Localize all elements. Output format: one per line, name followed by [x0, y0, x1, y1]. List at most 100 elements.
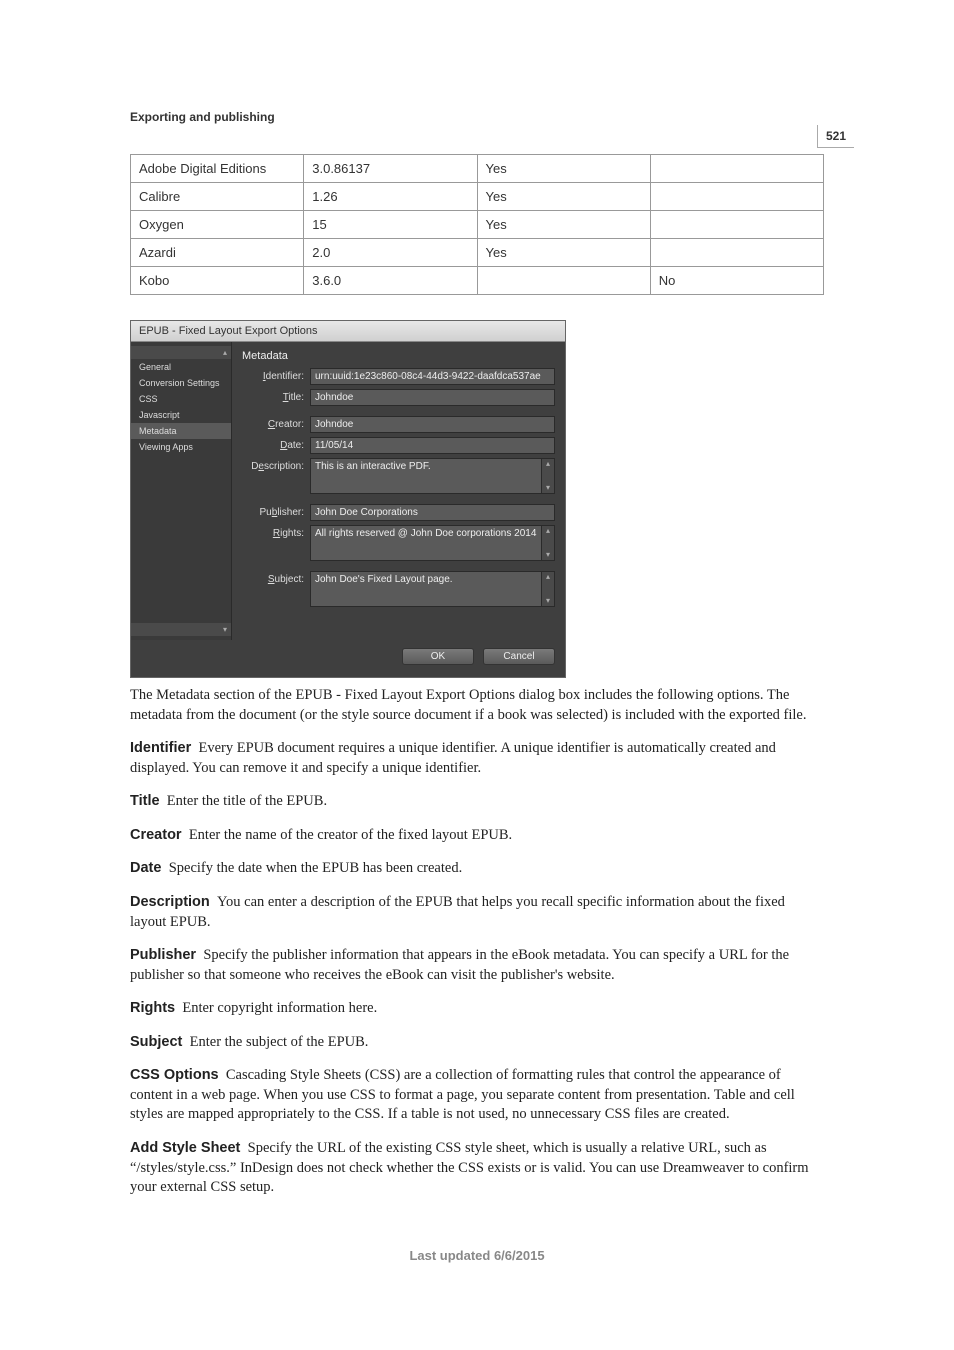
cell-app: Adobe Digital Editions [131, 155, 304, 183]
dialog-section-header: Metadata [242, 350, 555, 362]
description-scrollbar[interactable]: ▴▾ [542, 458, 555, 494]
css-term: CSS Options [130, 1067, 219, 1083]
subject-text: Enter the subject of the EPUB. [190, 1034, 369, 1050]
cell-app: Kobo [131, 267, 304, 295]
publisher-field[interactable]: John Doe Corporations [310, 504, 555, 521]
title-term: Title [130, 793, 160, 809]
identifier-text: Every EPUB document requires a unique id… [130, 740, 776, 776]
export-options-dialog: EPUB - Fixed Layout Export Options ▴ Gen… [130, 320, 566, 678]
arrow-down-icon[interactable]: ▾ [546, 596, 550, 606]
creator-text: Enter the name of the creator of the fix… [189, 827, 512, 843]
creator-label: Creator: [242, 416, 310, 430]
description-paragraph: Description You can enter a description … [130, 893, 824, 932]
cell-note [650, 239, 823, 267]
addss-paragraph: Add Style Sheet Specify the URL of the e… [130, 1139, 824, 1198]
description-field[interactable]: This is an interactive PDF. [310, 458, 542, 494]
title-label: Title: [242, 389, 310, 403]
sidebar-item-metadata[interactable]: Metadata [131, 423, 231, 439]
cell-version: 3.0.86137 [304, 155, 477, 183]
cell-note [650, 183, 823, 211]
cell-note: No [650, 267, 823, 295]
publisher-label: Publisher: [242, 504, 310, 518]
rights-scrollbar[interactable]: ▴▾ [542, 525, 555, 561]
cell-version: 15 [304, 211, 477, 239]
cell-version: 2.0 [304, 239, 477, 267]
cell-version: 1.26 [304, 183, 477, 211]
date-term: Date [130, 860, 161, 876]
publisher-text: Specify the publisher information that a… [130, 947, 789, 983]
arrow-up-icon[interactable]: ▴ [546, 459, 550, 469]
intro-paragraph: The Metadata section of the EPUB - Fixed… [130, 686, 824, 725]
sidebar-item-javascript[interactable]: Javascript [131, 407, 231, 423]
cell-support: Yes [477, 183, 650, 211]
cell-version: 3.6.0 [304, 267, 477, 295]
table-row: Adobe Digital Editions 3.0.86137 Yes [131, 155, 824, 183]
css-text: Cascading Style Sheets (CSS) are a colle… [130, 1067, 795, 1122]
cell-support: Yes [477, 211, 650, 239]
identifier-paragraph: Identifier Every EPUB document requires … [130, 739, 824, 778]
table-row: Calibre 1.26 Yes [131, 183, 824, 211]
dialog-main-panel: Metadata Identifier: urn:uuid:1e23c860-0… [232, 342, 565, 640]
arrow-down-icon[interactable]: ▾ [546, 483, 550, 493]
title-field[interactable]: Johndoe [310, 389, 555, 406]
date-paragraph: Date Specify the date when the EPUB has … [130, 859, 824, 879]
dialog-sidebar: ▴ General Conversion Settings CSS Javasc… [131, 342, 232, 640]
identifier-label: Identifier: [242, 368, 310, 382]
creator-field[interactable]: Johndoe [310, 416, 555, 433]
section-title: Exporting and publishing [130, 110, 824, 124]
rights-field[interactable]: All rights reserved @ John Doe corporati… [310, 525, 542, 561]
subject-label: Subject: [242, 571, 310, 585]
description-text: You can enter a description of the EPUB … [130, 894, 785, 930]
cell-app: Oxygen [131, 211, 304, 239]
cancel-button[interactable]: Cancel [483, 648, 555, 665]
cell-support [477, 267, 650, 295]
identifier-field[interactable]: urn:uuid:1e23c860-08c4-44d3-9422-daafdca… [310, 368, 555, 385]
arrow-down-icon[interactable]: ▾ [546, 550, 550, 560]
css-paragraph: CSS Options Cascading Style Sheets (CSS)… [130, 1066, 824, 1125]
subject-paragraph: Subject Enter the subject of the EPUB. [130, 1033, 824, 1053]
arrow-up-icon[interactable]: ▴ [546, 572, 550, 582]
description-label: Description: [242, 458, 310, 472]
creator-term: Creator [130, 827, 182, 843]
scroll-down-icon[interactable]: ▾ [131, 623, 231, 636]
creator-paragraph: Creator Enter the name of the creator of… [130, 826, 824, 846]
compatibility-table: Adobe Digital Editions 3.0.86137 Yes Cal… [130, 154, 824, 295]
addss-term: Add Style Sheet [130, 1140, 240, 1156]
ok-button[interactable]: OK [402, 648, 474, 665]
footer-updated: Last updated 6/6/2015 [130, 1248, 824, 1263]
cell-app: Azardi [131, 239, 304, 267]
date-text: Specify the date when the EPUB has been … [169, 860, 463, 876]
rights-text: Enter copyright information here. [182, 1000, 377, 1016]
table-row: Kobo 3.6.0 No [131, 267, 824, 295]
page-number: 521 [817, 125, 854, 148]
cell-support: Yes [477, 239, 650, 267]
cell-app: Calibre [131, 183, 304, 211]
sidebar-item-general[interactable]: General [131, 359, 231, 375]
publisher-term: Publisher [130, 947, 196, 963]
title-paragraph: Title Enter the title of the EPUB. [130, 792, 824, 812]
dialog-footer: OK Cancel [131, 640, 565, 677]
sidebar-item-conversion[interactable]: Conversion Settings [131, 375, 231, 391]
cell-note [650, 211, 823, 239]
date-field[interactable]: 11/05/14 [310, 437, 555, 454]
identifier-term: Identifier [130, 740, 191, 756]
publisher-paragraph: Publisher Specify the publisher informat… [130, 946, 824, 985]
title-text: Enter the title of the EPUB. [167, 793, 327, 809]
rights-term: Rights [130, 1000, 175, 1016]
date-label: Date: [242, 437, 310, 451]
cell-support: Yes [477, 155, 650, 183]
rights-paragraph: Rights Enter copyright information here. [130, 999, 824, 1019]
arrow-up-icon[interactable]: ▴ [546, 526, 550, 536]
sidebar-item-viewing[interactable]: Viewing Apps [131, 439, 231, 455]
subject-field[interactable]: John Doe's Fixed Layout page. [310, 571, 542, 607]
description-term: Description [130, 894, 210, 910]
sidebar-item-css[interactable]: CSS [131, 391, 231, 407]
subject-term: Subject [130, 1034, 182, 1050]
subject-scrollbar[interactable]: ▴▾ [542, 571, 555, 607]
table-row: Azardi 2.0 Yes [131, 239, 824, 267]
table-row: Oxygen 15 Yes [131, 211, 824, 239]
cell-note [650, 155, 823, 183]
dialog-title: EPUB - Fixed Layout Export Options [131, 321, 565, 342]
scroll-up-icon[interactable]: ▴ [131, 346, 231, 359]
rights-label: Rights: [242, 525, 310, 539]
